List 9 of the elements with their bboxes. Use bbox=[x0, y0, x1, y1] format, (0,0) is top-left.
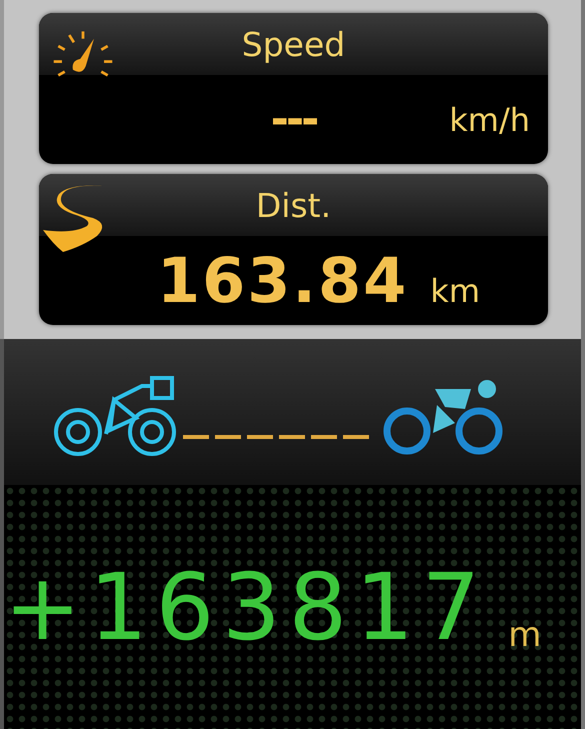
gap-value: +163817 bbox=[4, 554, 488, 660]
metric-label: Dist. bbox=[256, 186, 332, 224]
metric-value: --- bbox=[270, 94, 316, 145]
metric-unit: km bbox=[430, 272, 480, 310]
metric-value: 163.84 bbox=[157, 244, 408, 317]
metric-unit: km/h bbox=[449, 100, 530, 138]
gap-unit: m bbox=[508, 615, 542, 655]
metric-label: Speed bbox=[242, 24, 346, 64]
cyclist-icon bbox=[383, 377, 505, 457]
